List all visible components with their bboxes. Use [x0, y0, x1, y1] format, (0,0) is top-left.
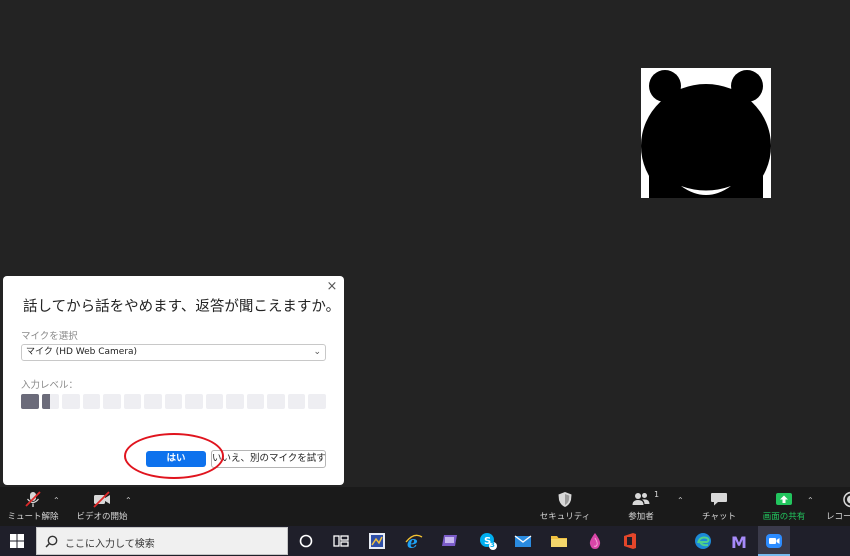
shield-icon: [558, 492, 572, 507]
level-segment-fill: [41, 394, 51, 409]
search-icon: [45, 535, 58, 548]
share-screen-button[interactable]: 画面の共有: [756, 487, 812, 526]
security-label: セキュリティ: [539, 512, 591, 522]
windows-logo-icon: [10, 534, 24, 548]
windows-start-button[interactable]: [0, 526, 34, 556]
level-segment: [62, 394, 80, 409]
cortana-icon[interactable]: [297, 532, 315, 550]
mic-select-label: マイクを選択: [21, 331, 78, 342]
participants-icon: [632, 493, 650, 505]
level-segment: [246, 394, 264, 409]
video-camera-off-icon: [93, 491, 110, 508]
input-level-label: 入力レベル：: [21, 380, 79, 391]
chat-label: チャット: [702, 512, 736, 522]
participant-video-tile: [641, 68, 771, 198]
tablet-app-icon[interactable]: [441, 532, 459, 550]
mail-icon[interactable]: [514, 532, 532, 550]
participants-label: 参加者: [628, 512, 654, 522]
taskbar-search-box[interactable]: ここに入力して検索: [36, 527, 288, 555]
edge-icon[interactable]: [694, 532, 712, 550]
chat-button[interactable]: チャット: [697, 487, 741, 526]
level-segment-fill: [21, 394, 39, 409]
level-segment: [144, 394, 162, 409]
chevron-down-icon: ⌄: [313, 347, 321, 357]
close-icon[interactable]: ×: [324, 279, 340, 295]
security-button[interactable]: セキュリティ: [536, 487, 594, 526]
start-video-label: ビデオの開始: [76, 512, 128, 522]
level-segment: [185, 394, 203, 409]
level-segment: [287, 394, 305, 409]
mic-select-dropdown[interactable]: マイク (HD Web Camera) ⌄: [21, 344, 326, 361]
share-screen-icon: [776, 493, 792, 505]
start-video-button[interactable]: ビデオの開始: [72, 487, 132, 526]
record-icon: [843, 491, 850, 508]
video-options-caret-icon[interactable]: ⌃: [125, 496, 132, 505]
mic-test-dialog: × 話してから話をやめます、返答が聞こえますか。 マイクを選択 マイク (HD …: [3, 276, 344, 485]
record-button[interactable]: レコー: [822, 487, 850, 526]
level-segment: [82, 394, 100, 409]
search-placeholder: ここに入力して検索: [65, 539, 155, 550]
bear-avatar-icon: [641, 70, 771, 198]
level-segment: [267, 394, 285, 409]
input-level-meter: [21, 394, 326, 409]
participants-count: 1: [654, 490, 660, 499]
level-segment: [41, 394, 59, 409]
file-explorer-icon[interactable]: [550, 532, 568, 550]
level-segment: [226, 394, 244, 409]
share-screen-label: 画面の共有: [762, 512, 806, 522]
level-segment: [103, 394, 121, 409]
level-segment: [123, 394, 141, 409]
m-app-icon[interactable]: M: [730, 532, 748, 550]
level-segment: [205, 394, 223, 409]
yes-button[interactable]: はい: [146, 451, 206, 467]
level-segment: [21, 394, 39, 409]
record-label: レコー: [826, 512, 850, 522]
unmute-button[interactable]: ミュート解除: [4, 487, 62, 526]
level-segment: [308, 394, 326, 409]
dialog-title: 話してから話をやめます、返答が聞こえますか。: [23, 299, 341, 315]
level-segment: [164, 394, 182, 409]
zoom-meeting-window: × 話してから話をやめます、返答が聞こえますか。 マイクを選択 マイク (HD …: [0, 0, 850, 556]
participants-options-caret-icon[interactable]: ⌃: [677, 496, 684, 505]
microphone-muted-icon: [25, 491, 41, 507]
paint-drop-app-icon[interactable]: [586, 532, 604, 550]
participants-button[interactable]: 1 参加者: [618, 487, 664, 526]
svg-text:M: M: [731, 533, 747, 550]
meeting-toolbar: ミュート解除 ⌃ ビデオの開始 ⌃ セキュリティ 1 参加者 ⌃ チャット 画面…: [0, 487, 850, 526]
share-options-caret-icon[interactable]: ⌃: [807, 496, 814, 505]
office-icon[interactable]: [621, 532, 639, 550]
zoom-app-icon[interactable]: [765, 532, 783, 550]
skype-badge: 3: [490, 541, 495, 549]
audio-options-caret-icon[interactable]: ⌃: [53, 496, 60, 505]
unmute-label: ミュート解除: [7, 512, 59, 522]
try-another-mic-button[interactable]: いいえ、別のマイクを試す: [211, 450, 326, 468]
mic-selected-value: マイク (HD Web Camera): [26, 347, 138, 357]
internet-explorer-icon[interactable]: e: [405, 532, 423, 550]
windows-taskbar: ここに入力して検索 e S 3 M: [0, 526, 850, 556]
chat-bubble-icon: [711, 493, 727, 506]
image-editor-app-icon[interactable]: [368, 532, 386, 550]
task-view-icon[interactable]: [332, 532, 350, 550]
